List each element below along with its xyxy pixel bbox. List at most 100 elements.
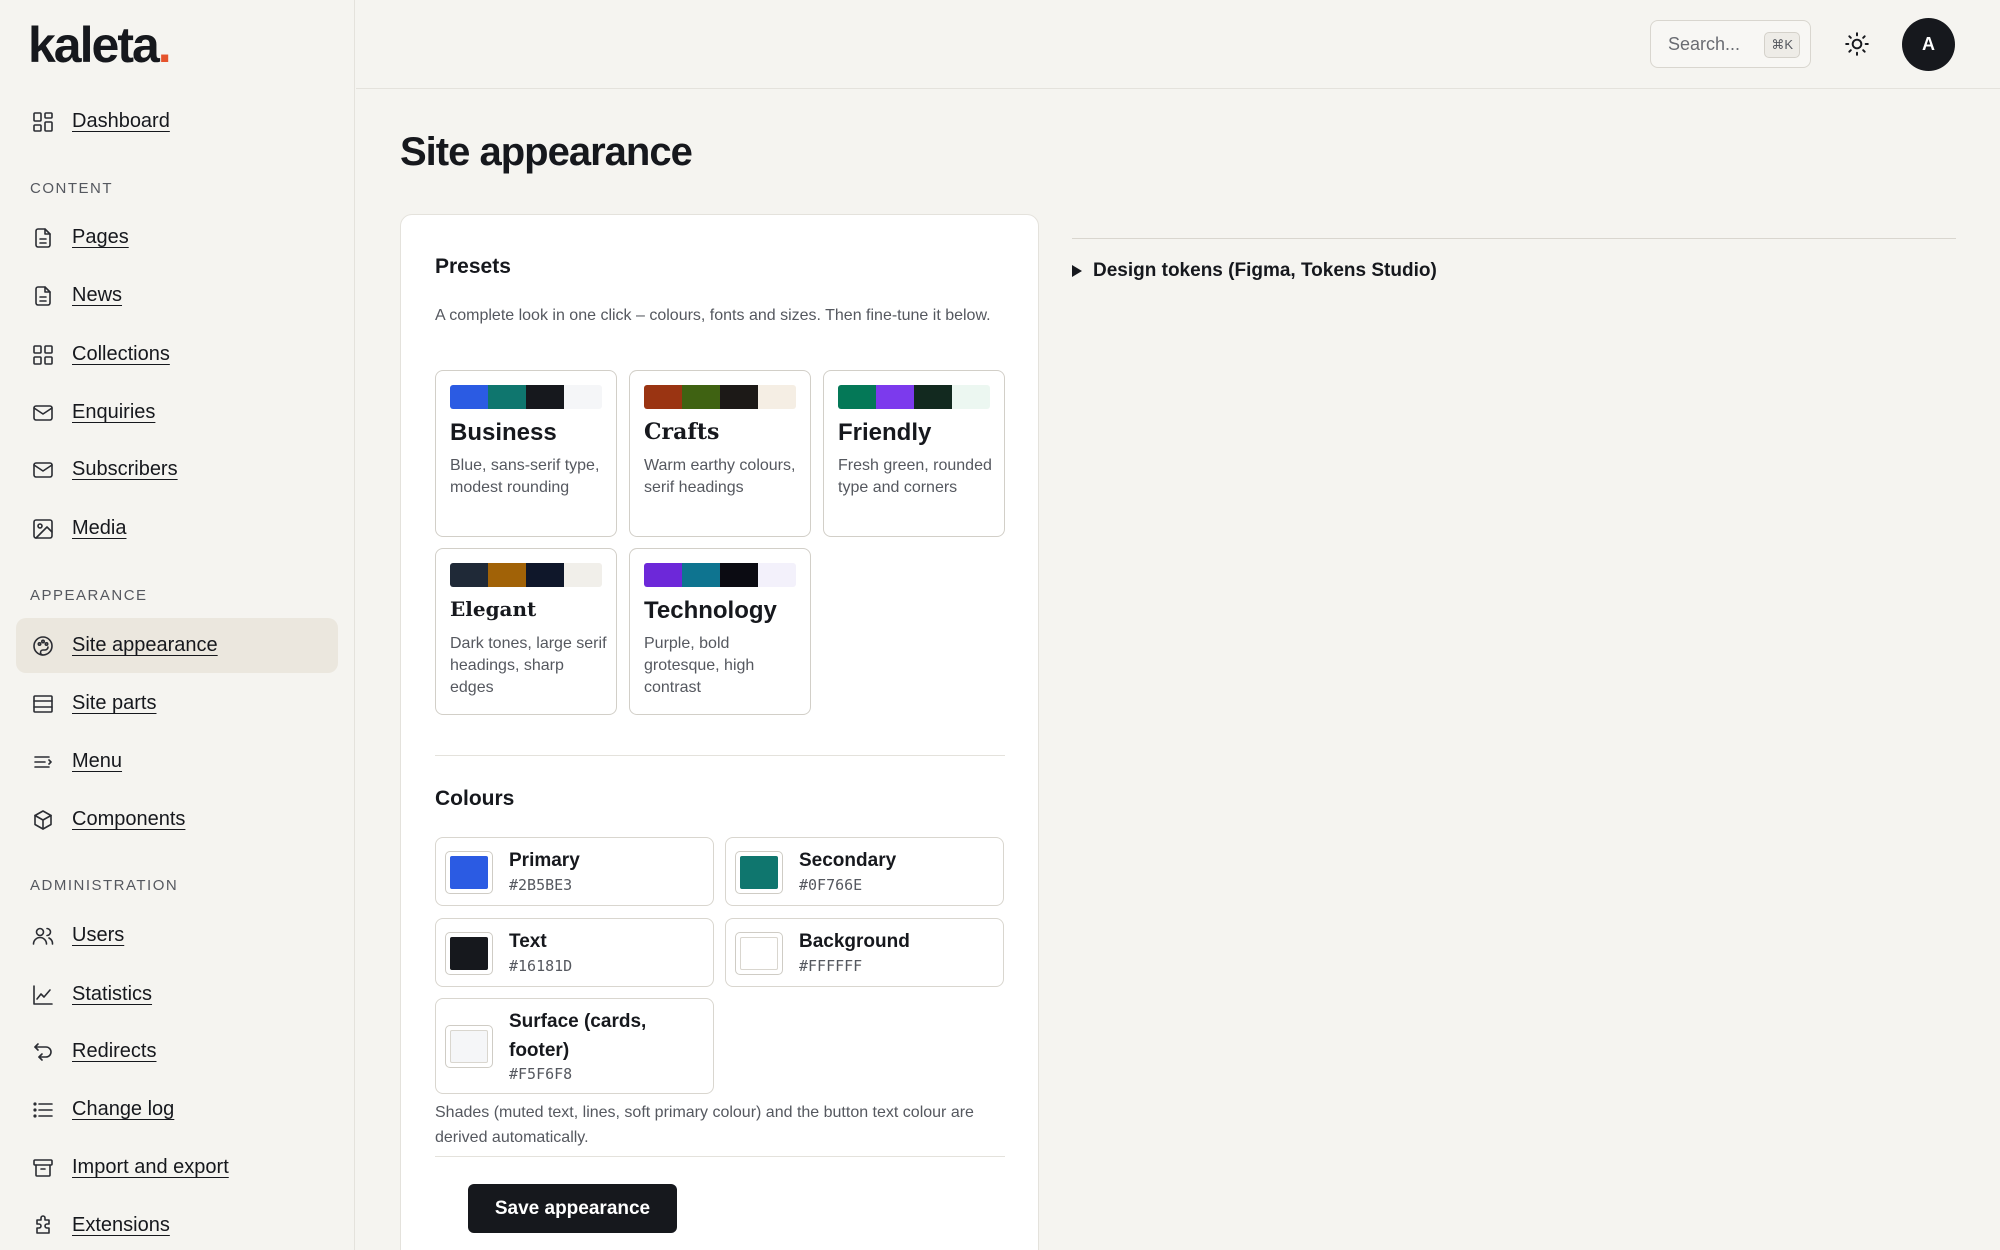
- colour-name: Text: [509, 931, 547, 952]
- preset-friendly[interactable]: Friendly Fresh green, rounded type and c…: [823, 370, 1005, 537]
- sidebar-item-import-export[interactable]: Import and export: [16, 1140, 338, 1195]
- swatch: [564, 563, 602, 587]
- layout-icon: [30, 691, 56, 717]
- preset-name: Friendly: [838, 419, 932, 446]
- puzzle-icon: [30, 1213, 56, 1239]
- colour-name: Secondary: [799, 850, 897, 871]
- section-divider: [435, 1156, 1005, 1157]
- sidebar-item-users[interactable]: Users: [16, 908, 338, 963]
- sidebar-item-enquiries[interactable]: Enquiries: [16, 385, 338, 440]
- sidebar-item-statistics[interactable]: Statistics: [16, 967, 338, 1022]
- colour-swatch[interactable]: [445, 932, 493, 975]
- swatch: [838, 385, 876, 409]
- users-icon: [30, 923, 56, 949]
- colours-heading: Colours: [435, 787, 515, 810]
- colour-text[interactable]: Text #16181D: [435, 918, 714, 987]
- preset-description: Warm earthy colours, serif headings: [644, 457, 796, 496]
- sidebar-item-menu[interactable]: Menu: [16, 734, 338, 789]
- preset-swatches: [644, 385, 796, 409]
- swatch: [720, 563, 758, 587]
- colour-secondary[interactable]: Secondary #0F766E: [725, 837, 1004, 906]
- sidebar-item-redirects[interactable]: Redirects: [16, 1024, 338, 1079]
- swatch: [758, 563, 796, 587]
- swatch: [450, 385, 488, 409]
- redirect-icon: [30, 1039, 56, 1065]
- chart-icon: [30, 982, 56, 1008]
- sidebar-item-pages[interactable]: Pages: [16, 210, 338, 265]
- cube-icon: [30, 807, 56, 833]
- preset-name: Crafts: [644, 419, 720, 445]
- section-divider: [435, 755, 1005, 756]
- section-label-administration: ADMINISTRATION: [30, 877, 179, 894]
- tokens-divider: [1072, 238, 1956, 239]
- search-placeholder: Search...: [1668, 33, 1741, 54]
- swatch: [450, 563, 488, 587]
- grid-icon: [30, 109, 56, 135]
- preset-swatches: [450, 385, 602, 409]
- sidebar-item-label: Import and export: [72, 1156, 229, 1178]
- presets-description: A complete look in one click – colours, …: [435, 307, 991, 324]
- preset-name: Elegant: [450, 597, 537, 621]
- sidebar-item-collections[interactable]: Collections: [16, 327, 338, 382]
- colour-name: Background: [799, 931, 910, 952]
- sidebar-item-label: Collections: [72, 343, 170, 365]
- swatch: [526, 385, 564, 409]
- preset-swatches: [838, 385, 990, 409]
- avatar[interactable]: A: [1902, 18, 1955, 71]
- colour-hex: #F5F6F8: [509, 1065, 573, 1083]
- colour-swatch[interactable]: [735, 851, 783, 894]
- archive-icon: [30, 1155, 56, 1181]
- colour-swatch[interactable]: [735, 932, 783, 975]
- design-tokens-disclosure[interactable]: Design tokens (Figma, Tokens Studio): [1072, 260, 1437, 282]
- colour-hex: #0F766E: [799, 876, 863, 894]
- menu-icon: [30, 749, 56, 775]
- preset-name: Technology: [644, 597, 777, 624]
- document-icon: [30, 225, 56, 251]
- search-shortcut-badge: ⌘K: [1764, 32, 1800, 58]
- presets-heading: Presets: [435, 255, 511, 278]
- sidebar-item-label: Site parts: [72, 692, 157, 714]
- colour-primary[interactable]: Primary #2B5BE3: [435, 837, 714, 906]
- preset-technology[interactable]: Technology Purple, bold grotesque, high …: [629, 548, 811, 715]
- preset-business[interactable]: Business Blue, sans-serif type, modest r…: [435, 370, 617, 537]
- sidebar-item-label: Users: [72, 924, 125, 946]
- colour-background[interactable]: Background #FFFFFF: [725, 918, 1004, 987]
- sidebar-item-label: Subscribers: [72, 458, 178, 480]
- sidebar-item-site-appearance[interactable]: Site appearance: [16, 618, 338, 673]
- palette-icon: [30, 633, 56, 659]
- sidebar-item-label: Site appearance: [72, 634, 218, 656]
- swatch: [720, 385, 758, 409]
- colour-swatch[interactable]: [445, 1025, 493, 1068]
- sidebar-item-media[interactable]: Media: [16, 501, 338, 556]
- save-appearance-button[interactable]: Save appearance: [468, 1184, 677, 1233]
- search-input[interactable]: Search... ⌘K: [1650, 20, 1811, 68]
- section-label-appearance: APPEARANCE: [30, 587, 148, 604]
- image-icon: [30, 516, 56, 542]
- swatch: [914, 385, 952, 409]
- mail-icon: [30, 400, 56, 426]
- list-icon: [30, 1097, 56, 1123]
- preset-elegant[interactable]: Elegant Dark tones, large serif headings…: [435, 548, 617, 715]
- design-tokens-label: Design tokens (Figma, Tokens Studio): [1093, 260, 1437, 281]
- colour-surface[interactable]: Surface (cards, footer) #F5F6F8: [435, 998, 714, 1094]
- swatch: [682, 563, 720, 587]
- sidebar-item-news[interactable]: News: [16, 268, 338, 323]
- sidebar: kaleta. Dashboard CONTENT Pages News Col…: [0, 0, 355, 1250]
- sidebar-item-extensions[interactable]: Extensions: [16, 1198, 338, 1250]
- brand-logo[interactable]: kaleta.: [28, 20, 172, 70]
- preset-description: Purple, bold grotesque, high contrast: [644, 635, 755, 696]
- colour-swatch[interactable]: [445, 851, 493, 894]
- sidebar-item-label: Menu: [72, 750, 123, 772]
- sidebar-item-label: Dashboard: [72, 110, 170, 132]
- mail-icon: [30, 457, 56, 483]
- swatch: [952, 385, 990, 409]
- theme-toggle-button[interactable]: [1838, 27, 1876, 65]
- sidebar-item-components[interactable]: Components: [16, 792, 338, 847]
- preset-crafts[interactable]: Crafts Warm earthy colours, serif headin…: [629, 370, 811, 537]
- swatch: [564, 385, 602, 409]
- sidebar-item-change-log[interactable]: Change log: [16, 1082, 338, 1137]
- sidebar-item-subscribers[interactable]: Subscribers: [16, 442, 338, 497]
- sun-icon: [1844, 31, 1870, 62]
- sidebar-item-dashboard[interactable]: Dashboard: [16, 94, 338, 149]
- sidebar-item-site-parts[interactable]: Site parts: [16, 676, 338, 731]
